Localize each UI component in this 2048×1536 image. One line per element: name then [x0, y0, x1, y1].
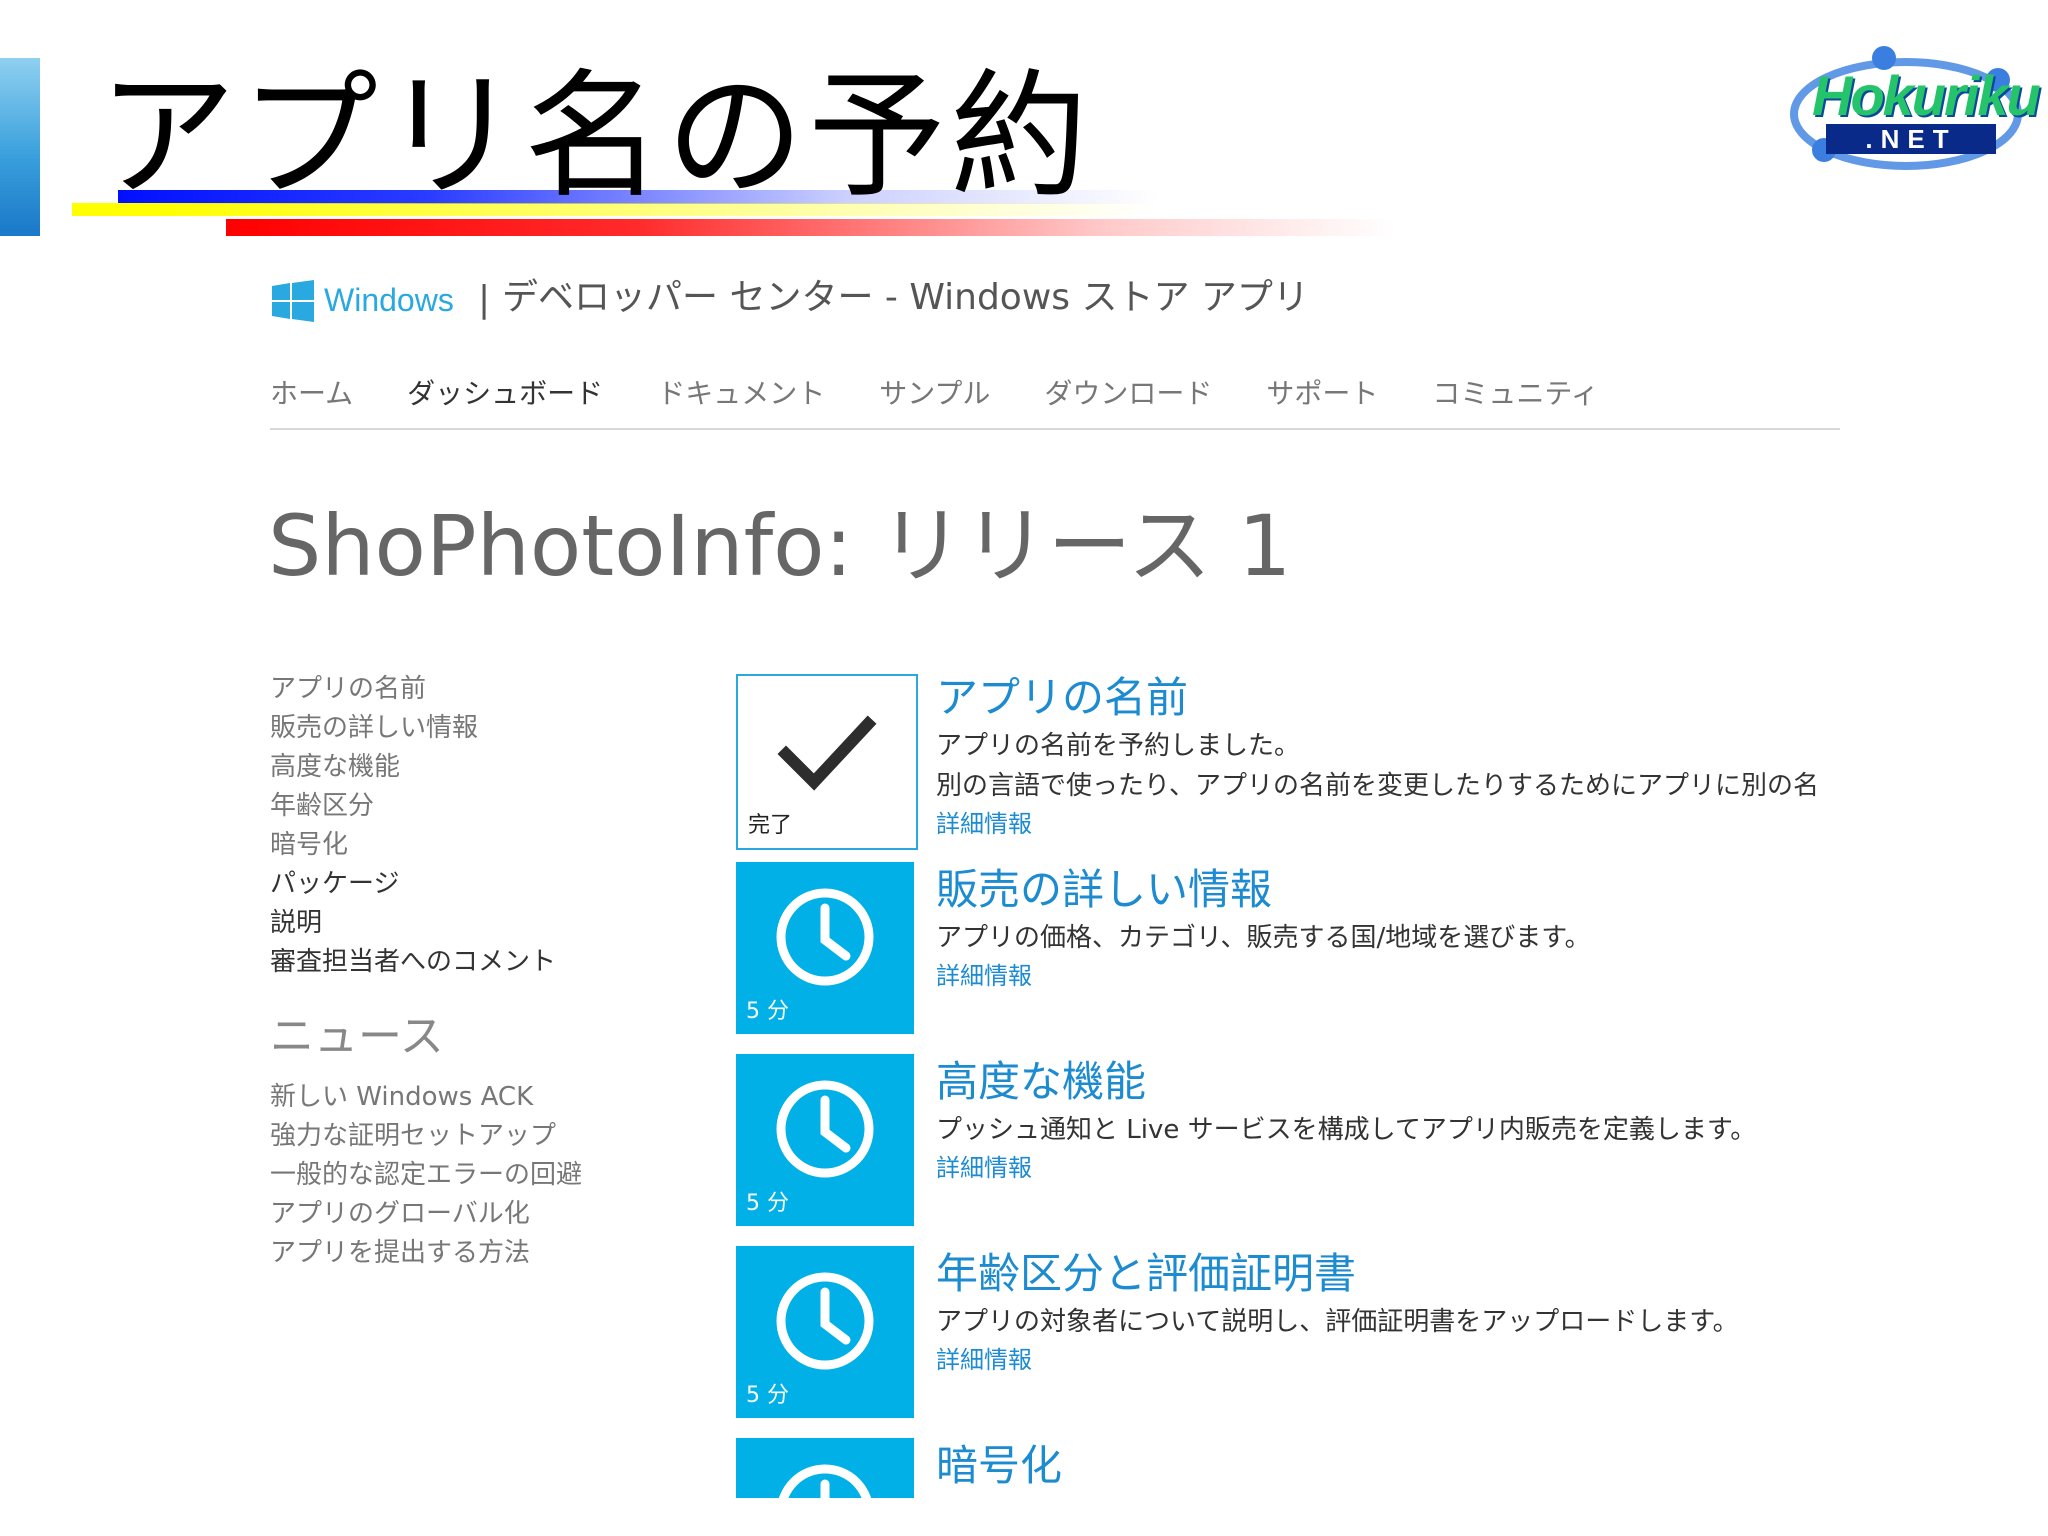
clock-icon [776, 888, 874, 986]
nav-item-home[interactable]: ホーム [270, 374, 353, 428]
sidebar-item-description: 説明 [270, 908, 323, 938]
step-status-tile[interactable]: 5 分 [736, 862, 914, 1034]
more-info-link[interactable]: 詳細情報 [936, 806, 1866, 842]
step-app-name: 完了 アプリの名前 アプリの名前を予約しました。 別の言語で使ったり、アプリの名… [736, 670, 1856, 862]
sidebar-item-advanced-features[interactable]: 高度な機能 [270, 748, 710, 787]
nav-item-documents[interactable]: ドキュメント [657, 374, 825, 428]
submission-steps: 完了 アプリの名前 アプリの名前を予約しました。 別の言語で使ったり、アプリの名… [736, 670, 1856, 1498]
step-age-rating: 5 分 年齢区分と評価証明書 アプリの対象者について説明し、評価証明書をアップロ… [736, 1246, 1856, 1438]
news-item-how-to-submit[interactable]: アプリを提出する方法 [270, 1234, 710, 1273]
top-nav: ホーム ダッシュボード ドキュメント サンプル ダウンロード サポート コミュニ… [270, 374, 1840, 430]
clock-icon [778, 1464, 872, 1498]
nav-item-support[interactable]: サポート [1266, 374, 1378, 428]
sidebar: アプリの名前 販売の詳しい情報 高度な機能 年齢区分 暗号化 パッケージ 説明 … [270, 670, 710, 1273]
step-status-caption: 完了 [748, 813, 793, 838]
nav-item-samples[interactable]: サンプル [879, 374, 990, 428]
step-title-link[interactable]: 高度な機能 [936, 1054, 1866, 1110]
clock-icon [776, 1080, 874, 1178]
more-info-link[interactable]: 詳細情報 [936, 958, 1866, 994]
logo-text-net: .NET [1826, 124, 1996, 154]
nav-item-dashboard[interactable]: ダッシュボード [407, 374, 603, 428]
logo-text-hokuriku: Hokuriku [1812, 64, 2041, 127]
windows-brand-link[interactable]: Windows [324, 278, 454, 322]
title-underline-red [226, 219, 1396, 236]
step-description: アプリの価格、カテゴリ、販売する国/地域を選びます。 [936, 923, 1591, 953]
more-info-link[interactable]: 詳細情報 [936, 1342, 1866, 1378]
step-advanced-features: 5 分 高度な機能 プッシュ通知と Live サービスを構成してアプリ内販売を定… [736, 1054, 1856, 1246]
step-status-tile[interactable] [736, 1438, 914, 1498]
step-cryptography: 暗号化 [736, 1438, 1856, 1498]
news-item-windows-ack[interactable]: 新しい Windows ACK [270, 1078, 710, 1117]
step-description: プッシュ通知と Live サービスを構成してアプリ内販売を定義します。 [936, 1115, 1757, 1145]
nav-item-downloads[interactable]: ダウンロード [1044, 374, 1212, 428]
header-separator: | [478, 279, 491, 320]
step-status-tile[interactable]: 5 分 [736, 1246, 914, 1418]
step-description: アプリの名前を予約しました。 [936, 731, 1301, 761]
sidebar-item-selling-details[interactable]: 販売の詳しい情報 [270, 709, 710, 748]
sidebar-item-age-rating[interactable]: 年齢区分 [270, 787, 710, 826]
header-subtitle: デベロッパー センター - Windows ストア アプリ [502, 277, 1309, 318]
news-item-globalization[interactable]: アプリのグローバル化 [270, 1195, 710, 1234]
clock-icon [776, 1272, 874, 1370]
sidebar-item-app-name[interactable]: アプリの名前 [270, 670, 710, 709]
sidebar-item-notes-to-testers: 審査担当者へのコメント [270, 947, 557, 977]
step-status-caption: 5 分 [746, 999, 789, 1024]
page-title: ShoPhotoInfo: リリース 1 [268, 497, 1292, 595]
windows-logo-icon [272, 280, 314, 322]
step-title-link[interactable]: 年齢区分と評価証明書 [936, 1246, 1866, 1302]
more-info-link[interactable]: 詳細情報 [936, 1150, 1866, 1186]
sidebar-item-packages: パッケージ [270, 869, 400, 899]
step-title-link[interactable]: アプリの名前 [936, 670, 1866, 726]
step-status-tile[interactable]: 5 分 [736, 1054, 914, 1226]
nav-item-community[interactable]: コミュニティ [1432, 374, 1598, 428]
step-status-caption: 5 分 [746, 1191, 789, 1216]
sidebar-item-cryptography[interactable]: 暗号化 [270, 826, 710, 865]
checkmark-icon [777, 715, 877, 791]
step-status-caption: 5 分 [746, 1383, 789, 1408]
step-description: アプリの対象者について説明し、評価証明書をアップロードします。 [936, 1307, 1739, 1337]
news-item-avoid-cert-errors[interactable]: 一般的な認定エラーの回避 [270, 1156, 710, 1195]
step-status-tile[interactable]: 完了 [736, 674, 918, 850]
step-selling-details: 5 分 販売の詳しい情報 アプリの価格、カテゴリ、販売する国/地域を選びます。 … [736, 862, 1856, 1054]
slide-title: アプリ名の予約 [98, 56, 1093, 217]
news-item-certificate-setup[interactable]: 強力な証明セットアップ [270, 1117, 710, 1156]
step-title-link[interactable]: 販売の詳しい情報 [936, 862, 1866, 918]
step-title-link[interactable]: 暗号化 [936, 1438, 1856, 1494]
slide-accent-bar [0, 58, 40, 236]
news-heading: ニュース [270, 1011, 444, 1062]
step-description-2: 別の言語で使ったり、アプリの名前を変更したりするためにアプリに別の名 [936, 771, 1819, 801]
